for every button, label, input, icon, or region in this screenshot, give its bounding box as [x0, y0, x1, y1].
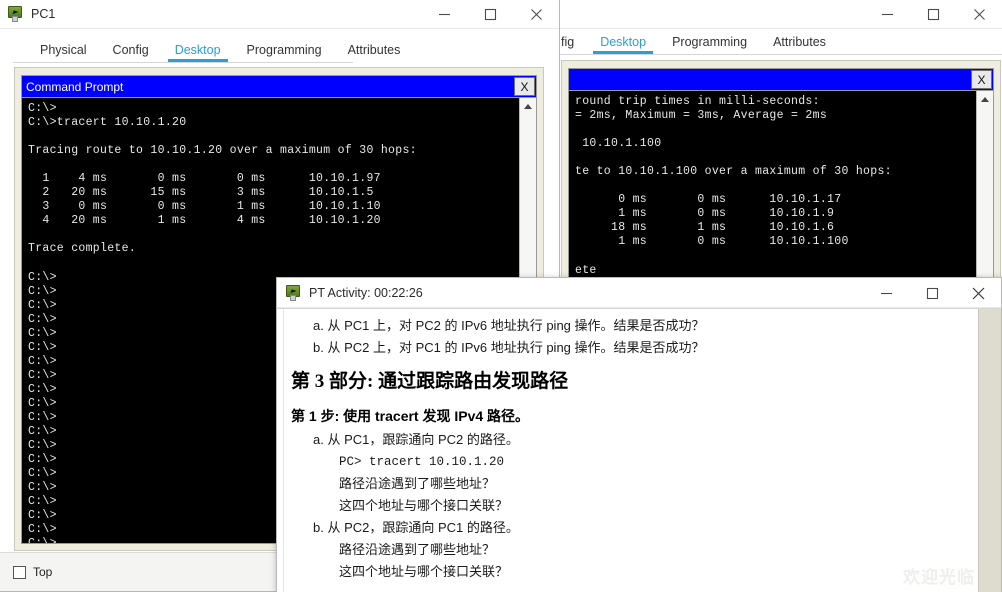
pt-item-a-question-1: 路径沿途遇到了哪些地址？ — [339, 476, 496, 491]
pt-activity-title: PT Activity: 00:22:26 — [309, 285, 423, 300]
pc2-tab-programming[interactable]: Programming — [659, 35, 760, 54]
pt-step-heading: 第 1 步: 使用 tracert 发现 IPv4 路径。 — [291, 408, 530, 424]
pt-item-a-code: PC> tracert 10.10.1.20 — [339, 455, 505, 469]
pc2-command-prompt-titlebar[interactable]: X — [569, 69, 993, 91]
pt-activity-minimize-icon[interactable] — [863, 278, 909, 308]
pt-activity-content: a. 从 PC1 上，对 PC2 的 IPv6 地址执行 ping 操作。结果是… — [277, 309, 985, 592]
packet-tracer-activity-icon — [285, 284, 302, 301]
pc2-tab-config[interactable]: fig — [557, 35, 587, 54]
pc1-minimize-icon[interactable] — [421, 0, 467, 29]
pt-activity-titlebar[interactable]: PT Activity: 00:22:26 — [277, 278, 1001, 308]
pc2-terminal-body: round trip times in milli-seconds: = 2ms… — [569, 91, 993, 278]
pc2-desktop-panel: X round trip times in milli-seconds: = 2… — [561, 60, 1001, 286]
pc1-command-prompt-titlebar[interactable]: Command Prompt X — [22, 76, 536, 98]
pc1-maximize-icon[interactable] — [467, 0, 513, 29]
pc2-tab-attributes[interactable]: Attributes — [760, 35, 839, 54]
pt-item-b-question-1: 路径沿途遇到了哪些地址？ — [339, 542, 496, 557]
pc2-minimize-icon[interactable] — [864, 0, 910, 29]
pc2-titlebar[interactable] — [557, 0, 1002, 29]
pt-right-gutter — [978, 309, 1001, 592]
pc2-maximize-icon[interactable] — [910, 0, 956, 29]
pc1-close-icon[interactable] — [513, 0, 559, 29]
pc2-terminal-output: round trip times in milli-seconds: = 2ms… — [575, 95, 892, 277]
pc1-tab-config[interactable]: Config — [100, 43, 162, 62]
pc1-scroll-up-icon[interactable] — [524, 104, 532, 109]
top-checkbox[interactable] — [13, 565, 26, 579]
pc1-command-prompt-close-button[interactable]: X — [514, 77, 535, 96]
pt-activity-dialog[interactable]: PT Activity: 00:22:26 a. 从 PC1 上，对 PC2 的… — [276, 277, 1002, 592]
pc2-command-prompt-window[interactable]: X round trip times in milli-seconds: = 2… — [568, 68, 994, 279]
pc1-tabstrip[interactable]: Physical Config Desktop Programming Attr… — [13, 37, 400, 63]
pc1-tab-programming[interactable]: Programming — [234, 43, 335, 62]
pt-item-a-label: a. 从 PC1，跟踪通向 PC2 的路径。 — [313, 432, 519, 447]
pc1-title: PC1 — [31, 6, 56, 21]
pt-part-heading: 第 3 部分: 通过跟踪路由发现路径 — [291, 371, 569, 392]
pc1-command-prompt-title: Command Prompt — [26, 79, 124, 94]
pt-activity-maximize-icon[interactable] — [909, 278, 955, 308]
packet-tracer-pc-icon — [7, 5, 24, 22]
pc2-tabstrip[interactable]: fig Desktop Programming Attributes — [557, 29, 1002, 55]
pt-item-a-question-2: 这四个地址与哪个接口关联？ — [339, 498, 509, 513]
pc2-close-icon[interactable] — [956, 0, 1002, 29]
pc1-tab-attributes[interactable]: Attributes — [335, 43, 414, 62]
pt-prev-item-b: b. 从 PC2 上，对 PC1 的 IPv6 地址执行 ping 操作。结果是… — [313, 340, 705, 355]
pc1-tab-desktop[interactable]: Desktop — [162, 43, 234, 62]
pc2-window[interactable]: fig Desktop Programming Attributes X rou… — [556, 0, 1002, 286]
pc1-tab-physical[interactable]: Physical — [27, 43, 100, 62]
pt-item-b-label: b. 从 PC2，跟踪通向 PC1 的路径。 — [313, 520, 519, 535]
pt-activity-close-icon[interactable] — [955, 278, 1001, 308]
top-checkbox-label: Top — [33, 565, 53, 579]
page-watermark: 欢迎光临 — [903, 568, 975, 587]
pt-activity-body: a. 从 PC1 上，对 PC2 的 IPv6 地址执行 ping 操作。结果是… — [277, 308, 1001, 592]
pc2-tab-desktop[interactable]: Desktop — [587, 35, 659, 54]
pt-item-b-question-2: 这四个地址与哪个接口关联？ — [339, 564, 509, 579]
pt-prev-item-a: a. 从 PC1 上，对 PC2 的 IPv6 地址执行 ping 操作。结果是… — [313, 318, 705, 333]
pc1-window-controls[interactable] — [421, 0, 559, 29]
pt-activity-window-controls[interactable] — [863, 278, 1001, 308]
pc2-command-prompt-close-button[interactable]: X — [971, 70, 992, 89]
screen-root: fig Desktop Programming Attributes X rou… — [0, 0, 1002, 592]
pc1-titlebar[interactable]: PC1 — [0, 0, 559, 29]
pc2-scroll-up-icon[interactable] — [981, 97, 989, 102]
pc2-terminal-scrollbar[interactable] — [976, 91, 993, 278]
pc2-window-controls[interactable] — [864, 0, 1002, 29]
